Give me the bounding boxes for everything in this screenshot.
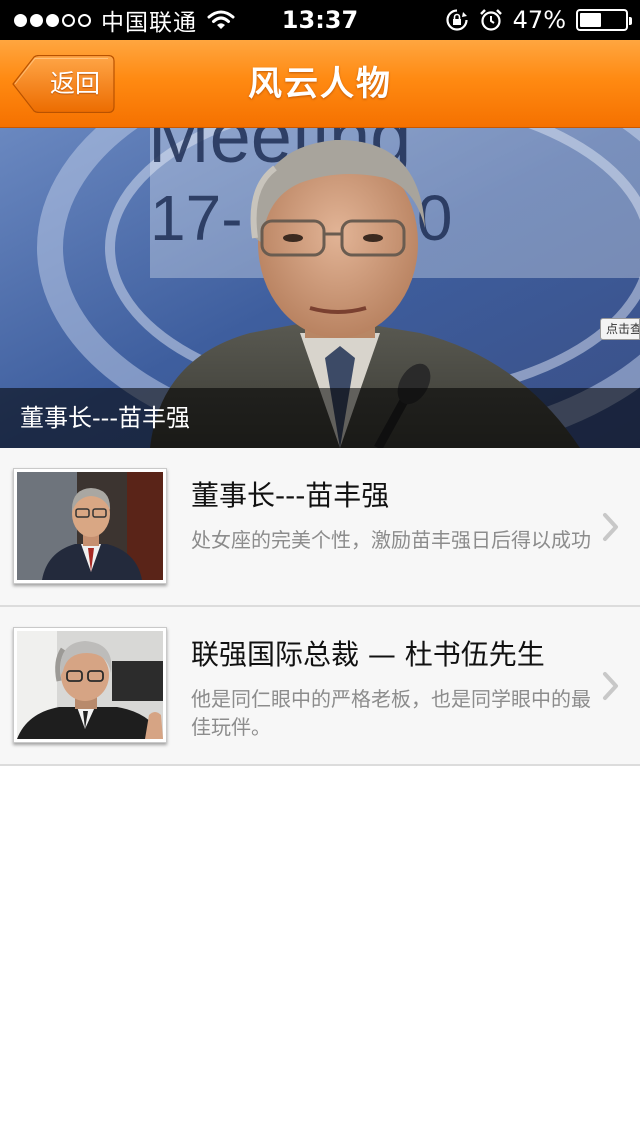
list-item-description: 处女座的完美个性，激励苗丰强日后得以成功 <box>191 528 591 552</box>
list-item[interactable]: 董事长---苗丰强 处女座的完美个性，激励苗丰强日后得以成功 <box>0 448 640 607</box>
status-right: 47% <box>445 0 632 40</box>
list-item-title: 董事长---苗丰强 <box>191 479 390 512</box>
orientation-lock-icon <box>446 9 468 31</box>
portrait-thumbnail-2 <box>17 631 163 739</box>
status-bar: 中国联通 13:37 47% <box>0 0 640 40</box>
chevron-right-icon <box>603 513 618 541</box>
banner-caption: 董事长---苗丰强 <box>20 404 190 432</box>
list-item[interactable]: 联强国际总裁 — 杜书伍先生 他是同仁眼中的严格老板，也是同学眼中的最佳玩伴。 <box>0 607 640 766</box>
list-item-description: 他是同仁眼中的严格老板，也是同学眼中的最佳玩伴。 <box>191 687 591 739</box>
portrait-thumbnail-1 <box>17 472 163 580</box>
battery-icon <box>576 9 632 31</box>
banner-hint-tag[interactable]: 点击查 <box>600 318 640 340</box>
list-item-title: 联强国际总裁 — 杜书伍先生 <box>191 638 545 671</box>
chevron-right-icon <box>603 672 618 700</box>
battery-fill <box>580 13 601 27</box>
list-item-thumbnail <box>13 627 167 743</box>
featured-banner[interactable]: Meeting 17- y 2010 点击查 董事长---苗丰强 <box>0 128 640 448</box>
banner-caption-bar: 董事长---苗丰强 <box>0 388 640 448</box>
list-item-thumbnail <box>13 468 167 584</box>
people-list: 董事长---苗丰强 处女座的完美个性，激励苗丰强日后得以成功 联强国际总裁 — … <box>0 448 640 766</box>
battery-percent: 47% <box>512 6 566 34</box>
navigation-bar: 返回 风云人物 <box>0 40 640 128</box>
page-title: 风云人物 <box>248 64 392 104</box>
alarm-icon <box>479 9 502 31</box>
